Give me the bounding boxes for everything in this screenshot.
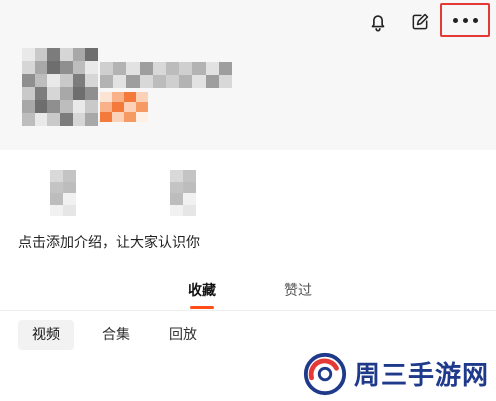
filter-replay[interactable]: 回放 bbox=[155, 320, 211, 350]
stat-redacted[interactable] bbox=[50, 170, 76, 216]
edit-profile-button[interactable] bbox=[402, 4, 438, 40]
profile-screen: 点击添加介绍，让大家认识你 收藏 赞过 视频 合集 回放 周三手游网 bbox=[0, 0, 496, 401]
filter-video[interactable]: 视频 bbox=[18, 320, 74, 350]
add-intro-prompt[interactable]: 点击添加介绍，让大家认识你 bbox=[18, 232, 200, 252]
username-redacted bbox=[100, 62, 232, 88]
more-icon bbox=[452, 17, 478, 23]
user-badge-redacted bbox=[100, 92, 148, 122]
filter-collection[interactable]: 合集 bbox=[88, 320, 144, 350]
tab-liked[interactable]: 赞过 bbox=[284, 280, 312, 300]
profile-tabs: 收藏 赞过 bbox=[0, 276, 496, 311]
watermark-logo-icon bbox=[303, 352, 347, 395]
bell-icon bbox=[371, 15, 385, 32]
notifications-button[interactable] bbox=[360, 4, 396, 40]
edit-icon bbox=[412, 13, 429, 30]
stat-redacted[interactable] bbox=[170, 170, 196, 216]
tab-collected[interactable]: 收藏 bbox=[188, 280, 216, 300]
watermark-text: 周三手游网 bbox=[354, 361, 490, 391]
top-actions bbox=[336, 0, 496, 48]
active-tab-indicator bbox=[190, 306, 214, 309]
avatar[interactable] bbox=[22, 48, 98, 126]
watermark: 周三手游网 bbox=[294, 346, 496, 401]
more-options-button[interactable] bbox=[440, 3, 490, 37]
